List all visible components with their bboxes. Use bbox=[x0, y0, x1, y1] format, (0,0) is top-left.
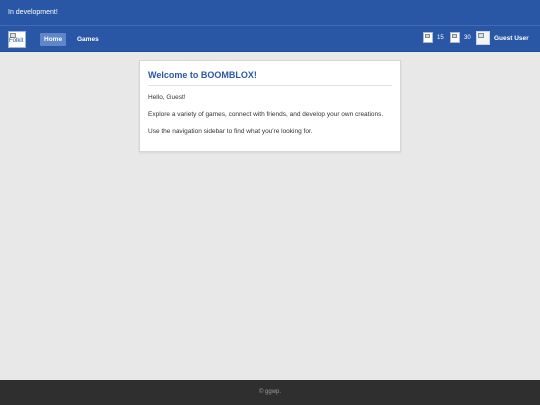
username-link[interactable]: Guest User bbox=[494, 33, 529, 44]
dev-banner: In development! bbox=[0, 0, 540, 25]
welcome-card: Welcome to BOOMBLOX! Hello, Guest! Explo… bbox=[139, 60, 401, 152]
title-divider bbox=[148, 85, 392, 86]
currency-icon bbox=[423, 32, 433, 43]
tickets-count: 30 bbox=[464, 35, 471, 41]
greeting-text: Hello, Guest! bbox=[148, 94, 186, 101]
currency-count: 15 bbox=[437, 35, 444, 41]
dev-banner-text: In development! bbox=[8, 9, 58, 16]
nav-link-home[interactable]: Home bbox=[40, 33, 67, 46]
welcome-title: Welcome to BOOMBLOX! bbox=[148, 70, 257, 80]
logo-alt-text: Folkit bbox=[9, 38, 24, 44]
top-navbar: Folkit Home Games 15 30 Guest User bbox=[0, 25, 540, 52]
footer-copyright: © ggwp. bbox=[258, 389, 282, 395]
description-text: Explore a variety of games, connect with… bbox=[148, 111, 384, 118]
user-avatar-icon[interactable] bbox=[476, 31, 490, 45]
nav-link-games[interactable]: Games bbox=[73, 33, 103, 46]
tickets-icon bbox=[450, 32, 460, 43]
instruction-text: Use the navigation sidebar to find what … bbox=[148, 128, 313, 135]
site-logo[interactable]: Folkit bbox=[8, 31, 26, 48]
page-footer: © ggwp. bbox=[0, 380, 540, 405]
